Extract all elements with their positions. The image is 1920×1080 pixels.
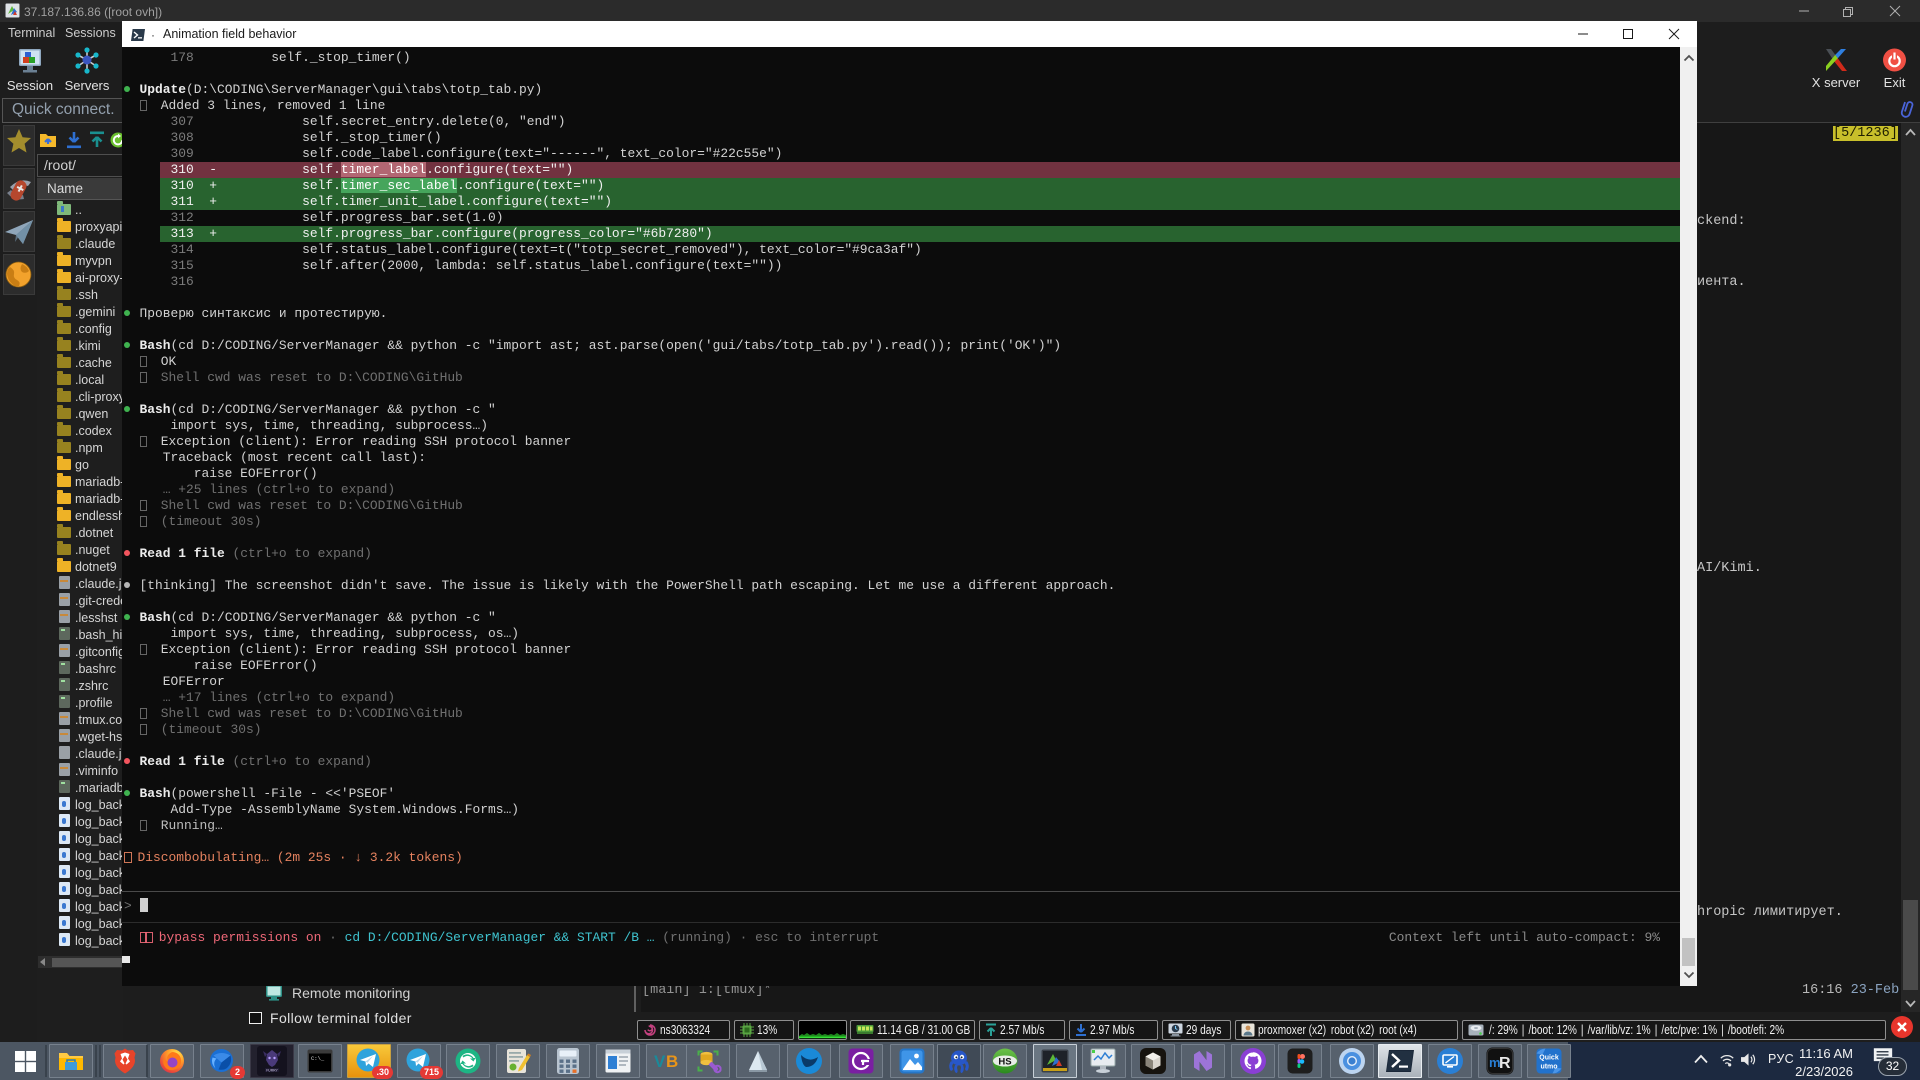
svg-text:utmo: utmo — [1540, 1064, 1557, 1071]
svg-text:Quick: Quick — [1539, 1055, 1559, 1062]
svg-text:R: R — [1499, 1055, 1511, 1072]
svg-text:C:\_: C:\_ — [311, 1055, 325, 1062]
svg-text:V: V — [654, 1052, 666, 1071]
svg-text:B: B — [666, 1052, 678, 1071]
svg-text:HS: HS — [998, 1057, 1011, 1068]
svg-text:FURRY: FURRY — [266, 1069, 278, 1073]
